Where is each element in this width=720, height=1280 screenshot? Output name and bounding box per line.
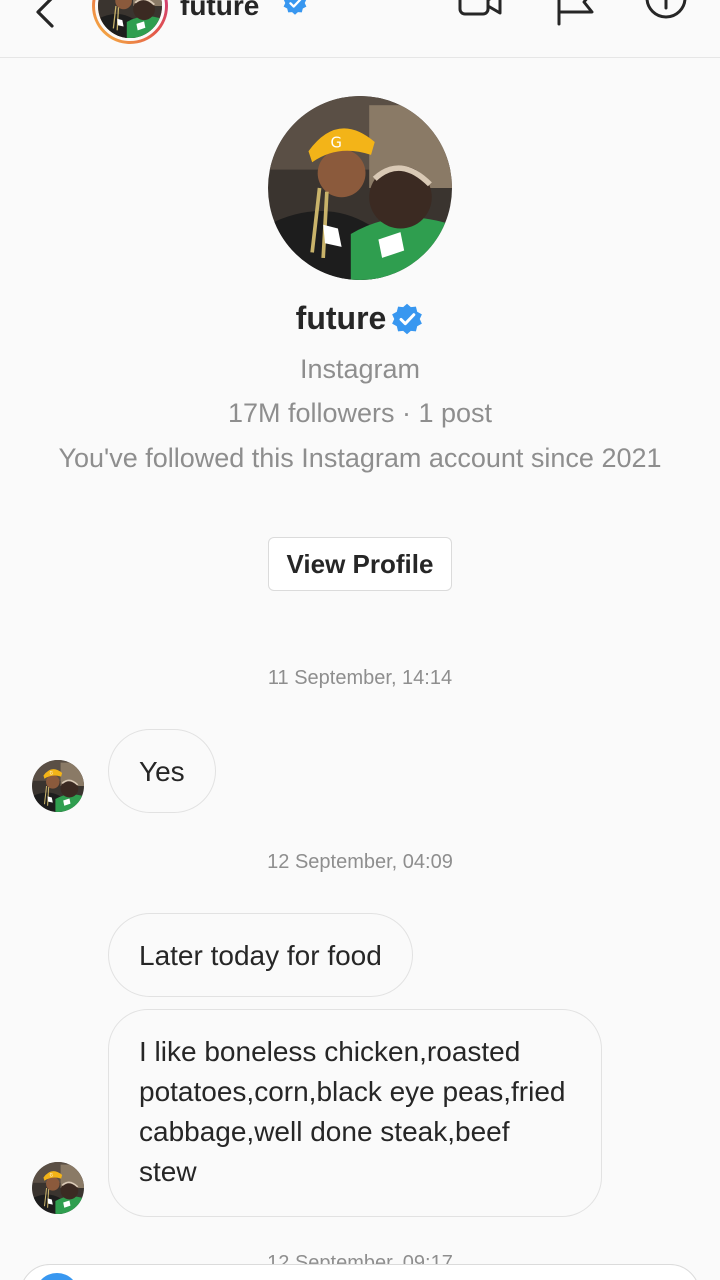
profile-photo[interactable] bbox=[268, 96, 452, 280]
follow-note: You've followed this Instagram account s… bbox=[58, 443, 662, 473]
profile-name-row: future bbox=[0, 300, 720, 337]
header-avatar[interactable] bbox=[92, 0, 168, 44]
message-bubble[interactable]: Yes bbox=[108, 729, 216, 813]
info-icon[interactable] bbox=[644, 0, 688, 28]
sender-avatar[interactable] bbox=[32, 760, 84, 812]
sender-avatar[interactable] bbox=[32, 1162, 84, 1214]
message-composer[interactable] bbox=[20, 1264, 700, 1280]
back-chevron-icon[interactable] bbox=[28, 0, 64, 30]
verified-badge-icon bbox=[282, 0, 308, 16]
verified-badge-icon bbox=[390, 302, 424, 336]
profile-name: future bbox=[295, 300, 387, 336]
camera-icon[interactable] bbox=[35, 1273, 79, 1280]
profile-platform: Instagram bbox=[299, 354, 421, 384]
message-timestamp: 12 September, 04:09 bbox=[267, 851, 453, 873]
video-call-icon[interactable] bbox=[458, 0, 502, 28]
header-username[interactable]: future bbox=[180, 0, 259, 22]
profile-stats: 17M followers · 1 post bbox=[227, 398, 493, 428]
message-bubble[interactable]: Later today for food bbox=[108, 913, 413, 997]
message-bubble[interactable]: I like boneless chicken,roasted potatoes… bbox=[108, 1009, 602, 1217]
flag-icon[interactable] bbox=[554, 0, 598, 28]
chat-header: future bbox=[0, 0, 720, 58]
view-profile-button[interactable]: View Profile bbox=[268, 537, 452, 591]
message-timestamp: 11 September, 14:14 bbox=[267, 667, 453, 689]
